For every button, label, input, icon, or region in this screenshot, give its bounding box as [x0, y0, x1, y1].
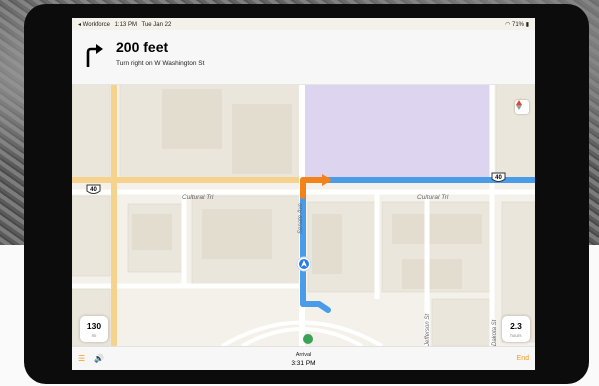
highway-shield-left: 40 — [86, 184, 101, 196]
turn-right-arrow-icon — [86, 44, 103, 67]
compass-button[interactable] — [515, 100, 529, 114]
maneuver-instruction: Turn right on W Washington St — [116, 60, 205, 67]
bottom-bar: ☰ 🔊 Arrival 3:31 PM End — [72, 346, 535, 370]
remaining-time-unit: hours — [510, 332, 522, 338]
remaining-distance-value: 130 — [86, 320, 102, 331]
battery-icon: ▮ — [525, 21, 529, 28]
road-label-cultural-trail: Cultural Trl — [417, 194, 449, 201]
remaining-time-value: 2.3 — [510, 320, 522, 331]
road-label-cultural-trail: Cultural Trl — [182, 194, 214, 201]
destination-pin — [303, 334, 313, 344]
road-label-vertical: Jefferson St — [425, 313, 431, 346]
maps-screen: ◂ Workforce 1:13 PM Tue Jan 22 ◠ 71% ▮ 2… — [72, 18, 535, 370]
status-time: 1:13 PM — [114, 21, 137, 28]
battery-percent: 71% — [512, 21, 525, 28]
wifi-icon: ◠ — [505, 21, 511, 28]
highlighted-block — [305, 84, 490, 180]
end-route-button[interactable]: End — [517, 355, 529, 362]
maneuver-distance: 200 feet — [116, 39, 169, 55]
arrival-label: Arrival — [295, 352, 312, 358]
road-label-vertical: Senate Ave — [298, 203, 304, 234]
road-label-vertical: Dakota St — [492, 319, 498, 346]
remaining-time-pill[interactable]: 2.3 hours — [502, 316, 530, 342]
navigation-banner[interactable]: 200 feet Turn right on W Washington St — [72, 30, 535, 85]
status-bar: ◂ Workforce 1:13 PM Tue Jan 22 ◠ 71% ▮ — [72, 18, 535, 30]
carrier-label: ◂ Workforce — [78, 21, 110, 28]
highway-shield-right: 40 — [491, 172, 506, 184]
arrival-time: 3:31 PM — [291, 360, 316, 367]
status-date: Tue Jan 22 — [141, 21, 172, 28]
compass-icon — [516, 100, 522, 110]
remaining-distance-unit: mi — [91, 332, 97, 338]
map-view[interactable]: 40 40 Cultural Trl Cultural Trl Senate A… — [72, 84, 535, 346]
remaining-distance-pill[interactable]: 130 mi — [80, 316, 108, 342]
